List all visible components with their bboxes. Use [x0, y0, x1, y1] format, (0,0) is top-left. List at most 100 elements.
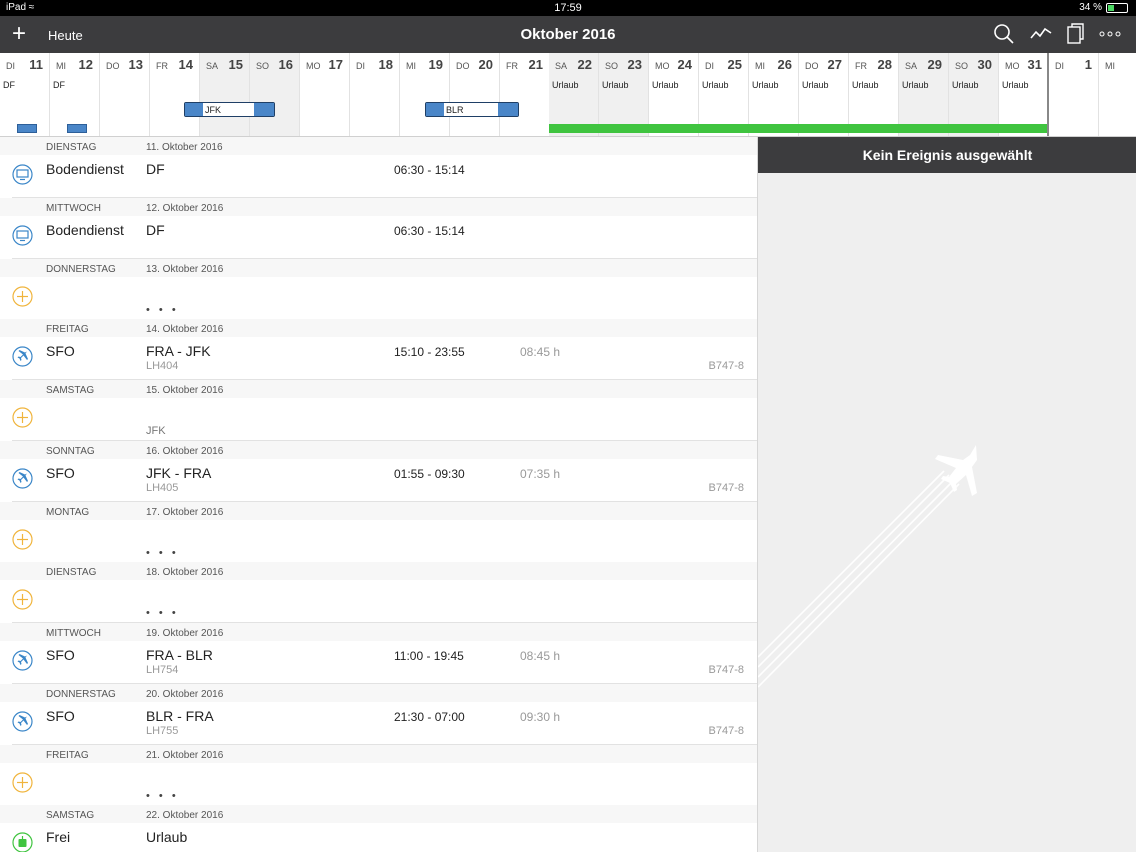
day-number: 24 — [677, 57, 692, 72]
row-date: 17. Oktober 2016 — [146, 506, 224, 518]
flight-number: • • • — [146, 607, 179, 620]
day-number: 20 — [478, 57, 493, 72]
row-date: 14. Oktober 2016 — [146, 324, 224, 336]
leisure-icon — [12, 832, 33, 852]
weekday-label: SA — [555, 61, 568, 71]
status-bar: iPad ≈ 17:59 34 % — [0, 0, 1136, 16]
day-number: 26 — [777, 57, 792, 72]
weekday-label: FR — [855, 61, 867, 71]
duty-type: Bodendienst — [46, 161, 124, 177]
duty-route: FRA - JFK — [146, 343, 211, 360]
battery-status: 34 % — [1079, 2, 1128, 13]
duty-row[interactable]: DIENSTAG 11. Oktober 2016 Bodendienst DF 06:… — [0, 137, 757, 198]
event-marker[interactable] — [17, 124, 37, 133]
row-header — [0, 137, 757, 155]
calendar-day[interactable]: DO 20 — [450, 53, 500, 136]
duty-row[interactable]: MONTAG 17. Oktober 2016 • • • — [0, 501, 757, 563]
calendar-day[interactable]: SA 15 — [200, 53, 250, 136]
calendar-day[interactable]: MI — [1099, 53, 1136, 136]
statistics-icon[interactable] — [1030, 23, 1052, 45]
trip-bar-jfk[interactable]: JFK — [184, 102, 275, 117]
duty-duration: 07:35 h — [520, 466, 561, 481]
calendar-day[interactable]: MI 19 — [400, 53, 450, 136]
row-header — [0, 319, 757, 338]
day-number: 11 — [29, 57, 43, 72]
duty-route: Urlaub — [146, 829, 188, 846]
day-number: 19 — [428, 57, 443, 72]
day-number: 13 — [128, 57, 143, 72]
aircraft-type: B747-8 — [708, 664, 744, 676]
row-header — [0, 440, 757, 459]
calendar-day[interactable]: DO 13 — [100, 53, 150, 136]
contrail-airplane-icon — [758, 445, 977, 688]
trip-bar-blr[interactable]: BLR — [425, 102, 519, 117]
duty-route: FRA - BLR — [146, 647, 213, 663]
duty-row[interactable]: MITTWOCH 12. Oktober 2016 Bodendienst DF 06:… — [0, 197, 757, 259]
duty-row[interactable]: DONNERSTAG 13. Oktober 2016 • • • — [0, 258, 757, 320]
duty-row[interactable]: FREITAG 14. Oktober 2016 SFO FRA - JFK LH404… — [0, 319, 757, 381]
flight-number: JFK — [146, 425, 166, 437]
weekday-label: MI — [406, 61, 416, 71]
search-icon[interactable] — [993, 23, 1015, 45]
duty-row[interactable]: SONNTAG 16. Oktober 2016 SFO JFK - FRA LH405… — [0, 440, 757, 502]
battery-icon — [1106, 2, 1128, 13]
duty-time: 21:30 - 07:00 — [394, 709, 465, 724]
row-weekday: DIENSTAG — [46, 567, 97, 579]
weekday-label: MO — [655, 61, 670, 71]
day-event-label: Urlaub — [952, 80, 979, 90]
duty-row[interactable]: DONNERSTAG 20. Oktober 2016 SFO BLR - FRA LH… — [0, 683, 757, 745]
day-event-label: Urlaub — [652, 80, 679, 90]
day-number: 31 — [1027, 57, 1042, 72]
row-date: 21. Oktober 2016 — [146, 749, 224, 761]
weekday-label: MO — [306, 61, 321, 71]
weekday-label: SO — [605, 61, 619, 71]
day-number: 21 — [528, 57, 543, 72]
weekday-label: DI — [705, 61, 714, 71]
calendar-day[interactable]: DI 18 — [350, 53, 400, 136]
month-divider — [1047, 53, 1049, 136]
day-number: 23 — [627, 57, 642, 72]
month-timeline[interactable]: DI 11 DF MI 12 DF DO 13 FR 14 SA 15 SO 16 MO 17 DI 18 MI 19… — [0, 53, 1136, 137]
documents-icon[interactable] — [1066, 23, 1084, 45]
duty-type: Frei — [46, 829, 71, 846]
day-number: 27 — [827, 57, 842, 72]
clock: 17:59 — [554, 2, 582, 14]
row-date: 16. Oktober 2016 — [146, 445, 224, 457]
vacation-bar[interactable] — [549, 124, 1048, 133]
row-weekday: SAMSTAG — [46, 810, 95, 822]
day-number: 29 — [927, 57, 942, 72]
day-event-label: Urlaub — [852, 80, 879, 90]
row-header — [0, 501, 757, 520]
weekday-label: DO — [106, 61, 120, 71]
aircraft-type: B747-8 — [708, 724, 744, 737]
calendar-day[interactable]: SO 16 — [250, 53, 300, 136]
event-marker[interactable] — [67, 124, 87, 133]
row-date: 18. Oktober 2016 — [146, 567, 224, 579]
row-header — [0, 623, 757, 641]
weekday-label: SO — [955, 61, 969, 71]
duty-row[interactable]: DIENSTAG 18. Oktober 2016 • • • — [0, 562, 757, 624]
weekday-label: DO — [456, 61, 470, 71]
duty-row[interactable]: MITTWOCH 19. Oktober 2016 SFO FRA - BLR LH75… — [0, 623, 757, 684]
calendar-day[interactable]: FR 21 — [500, 53, 550, 136]
duty-row[interactable]: SAMSTAG 22. Oktober 2016 Frei Urlaub — [0, 805, 757, 852]
weekday-label: SA — [206, 61, 219, 71]
add-icon — [12, 771, 33, 793]
duty-duration: 08:45 h — [520, 649, 561, 663]
duty-route: BLR - FRA — [146, 707, 214, 724]
duty-list[interactable]: DIENSTAG 11. Oktober 2016 Bodendienst DF 06:… — [0, 137, 757, 852]
day-event-label: Urlaub — [802, 80, 829, 90]
flight-number: • • • — [146, 303, 179, 316]
duty-row[interactable]: FREITAG 21. Oktober 2016 • • • — [0, 744, 757, 806]
more-icon[interactable] — [1098, 23, 1122, 45]
row-date: 13. Oktober 2016 — [146, 263, 224, 275]
duty-row[interactable]: SAMSTAG 15. Oktober 2016 JFK — [0, 380, 757, 441]
calendar-day[interactable]: MO 17 — [300, 53, 350, 136]
day-number: 15 — [228, 57, 243, 72]
row-weekday: FREITAG — [46, 324, 89, 336]
calendar-day[interactable]: FR 14 — [150, 53, 200, 136]
calendar-day[interactable]: DI 1 — [1049, 53, 1099, 136]
weekday-label: MI — [1105, 61, 1115, 71]
duty-type: SFO — [46, 647, 75, 663]
day-event-label: Urlaub — [752, 80, 779, 90]
